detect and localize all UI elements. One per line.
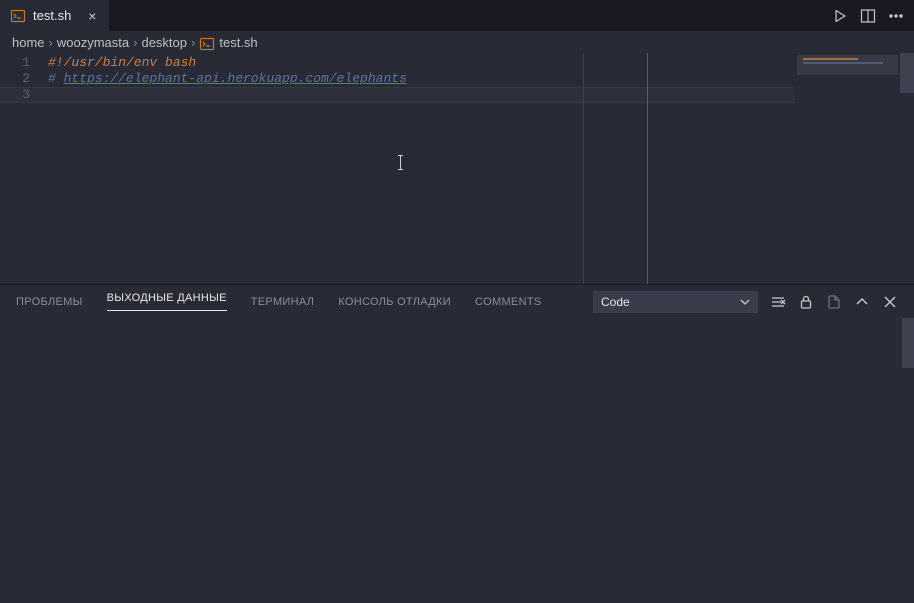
code-area[interactable]: #!/usr/bin/env bash # https://elephant-a… (48, 53, 914, 284)
panel-actions: Code (593, 291, 898, 313)
editor-title-actions (832, 0, 914, 31)
run-icon[interactable] (832, 8, 848, 24)
shell-file-icon (199, 36, 215, 52)
chevron-up-icon[interactable] (854, 294, 870, 310)
panel-tab-bar: ПРОБЛЕМЫ ВЫХОДНЫЕ ДАННЫЕ ТЕРМИНАЛ КОНСОЛ… (0, 285, 914, 318)
panel-tab-comments[interactable]: COMMENTS (475, 296, 542, 308)
editor-scrollbar[interactable] (900, 53, 914, 284)
chevron-down-icon (740, 297, 750, 307)
close-icon[interactable]: × (86, 8, 98, 24)
chevron-right-icon: › (191, 35, 195, 50)
code-url[interactable]: https://elephant-api.herokuapp.com/eleph… (64, 71, 407, 86)
editor-ruler (583, 53, 584, 284)
panel-tab-terminal[interactable]: ТЕРМИНАЛ (251, 296, 314, 308)
breadcrumb-segment[interactable]: test.sh (219, 35, 257, 50)
close-panel-icon[interactable] (882, 294, 898, 310)
chevron-right-icon: › (49, 35, 53, 50)
panel-tab-problems[interactable]: ПРОБЛЕМЫ (16, 296, 83, 308)
tab-bar: test.sh × (0, 0, 914, 31)
breadcrumb[interactable]: home › woozymasta › desktop › test.sh (0, 31, 914, 53)
editor-ruler (647, 53, 648, 284)
editor[interactable]: 1 2 3 #!/usr/bin/env bash # https://elep… (0, 53, 914, 284)
minimap[interactable] (795, 53, 900, 284)
line-number: 1 (0, 55, 30, 71)
output-channel-select[interactable]: Code (593, 291, 758, 313)
bottom-panel: ПРОБЛЕМЫ ВЫХОДНЫЕ ДАННЫЕ ТЕРМИНАЛ КОНСОЛ… (0, 284, 914, 603)
shell-file-icon (10, 8, 26, 24)
breadcrumb-segment[interactable]: woozymasta (57, 35, 129, 50)
breadcrumb-segment[interactable]: home (12, 35, 45, 50)
output-channel-value: Code (601, 295, 630, 309)
tab-label: test.sh (33, 8, 71, 23)
line-number: 2 (0, 71, 30, 87)
more-icon[interactable] (888, 8, 904, 24)
text-cursor-icon (400, 155, 401, 170)
panel-scrollbar-thumb[interactable] (902, 318, 914, 368)
output-body[interactable] (0, 318, 914, 603)
panel-tab-debug-console[interactable]: КОНСОЛЬ ОТЛАДКИ (338, 296, 451, 308)
chevron-right-icon: › (133, 35, 137, 50)
lock-icon[interactable] (798, 294, 814, 310)
code-comment: # (48, 71, 64, 86)
scrollbar-thumb[interactable] (900, 53, 914, 93)
split-editor-icon[interactable] (860, 8, 876, 24)
code-shebang: #!/usr/bin/env bash (48, 55, 196, 70)
panel-tab-output[interactable]: ВЫХОДНЫЕ ДАННЫЕ (107, 292, 227, 311)
editor-tab[interactable]: test.sh × (0, 0, 110, 31)
clear-output-icon[interactable] (770, 294, 786, 310)
open-file-icon[interactable] (826, 294, 842, 310)
breadcrumb-segment[interactable]: desktop (141, 35, 187, 50)
